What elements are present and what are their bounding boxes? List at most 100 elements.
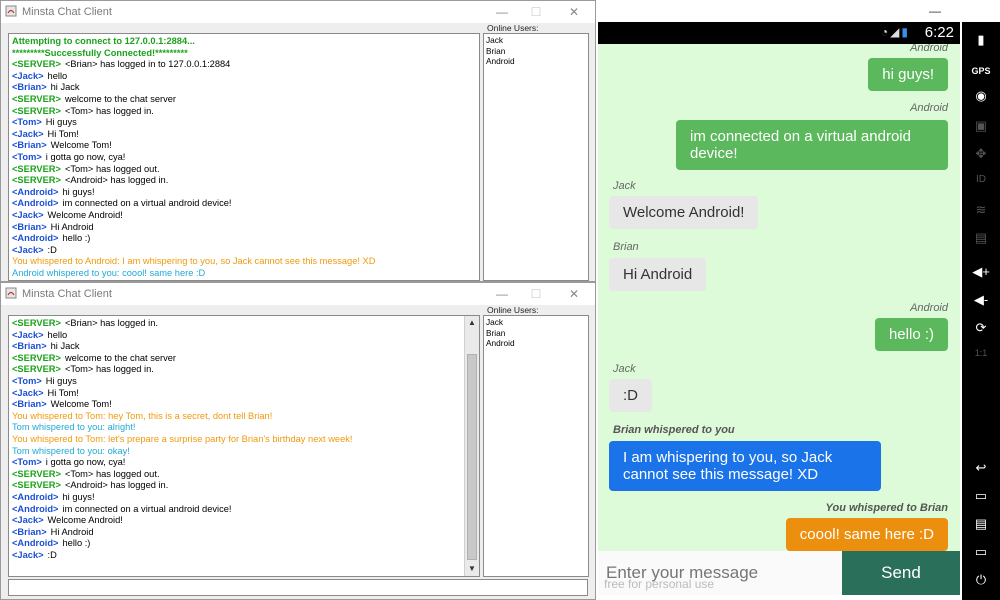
message-text: i gotta go now, cya! — [45, 457, 126, 468]
maximize-icon[interactable]: ☐ — [521, 3, 551, 21]
sender-name: <Android> — [12, 186, 59, 197]
message-text: :D — [47, 549, 57, 560]
sender-name: <SERVER> — [12, 93, 61, 104]
chat-line: Android whispered to you: coool! same he… — [12, 268, 476, 280]
message-bubble[interactable]: hi guys! — [868, 58, 948, 91]
scroll-down-icon[interactable]: ▼ — [465, 562, 479, 576]
message-text: hi Jack — [50, 82, 80, 93]
message-input[interactable] — [8, 579, 588, 596]
minimize-icon[interactable]: — — [487, 3, 517, 21]
sms-icon[interactable]: ▤ — [962, 230, 1000, 246]
chat-line: You whispered to Tom: let's prepare a su… — [12, 434, 461, 446]
window-title: Minsta Chat Client — [22, 6, 112, 18]
emulator-sidebar: ▮ GPS ◉ ▣ ✥ ID ≋ ▤ ◀+ ◀- ⟳ 1:1 ↩ ▭ ▤ ▭ ⏻ — [962, 22, 1000, 600]
online-users-list[interactable]: Jack Brian Android — [483, 33, 589, 281]
message-text: You whispered to Android: I am whisperin… — [12, 256, 376, 267]
chat-line: <Tom> i gotta go now, cya! — [12, 152, 476, 164]
online-user-item[interactable]: Jack — [486, 317, 586, 328]
chat-line: <Android> hello :) — [12, 538, 461, 550]
power-icon[interactable]: ⏻ — [962, 572, 1000, 588]
chat-history[interactable]: Attempting to connect to 127.0.0.1:2884.… — [8, 33, 480, 281]
message-text: *********Successfully Connected!********… — [12, 47, 188, 58]
scale-icon[interactable]: 1:1 — [962, 348, 1000, 358]
message-text: hello :) — [62, 233, 91, 244]
rss-icon[interactable]: ≋ — [962, 202, 1000, 218]
message-text: i gotta go now, cya! — [45, 151, 126, 162]
volume-down-icon[interactable]: ◀- — [962, 292, 1000, 308]
message-text: <Tom> has logged in. — [64, 105, 154, 116]
message-text: im connected on a virtual android device… — [62, 503, 232, 514]
vertical-scrollbar[interactable]: ▲ ▼ — [464, 316, 479, 576]
emulator-title-bar: — — [596, 0, 1000, 22]
online-user-item[interactable]: Android — [486, 56, 586, 67]
chat-history[interactable]: <SERVER> <Brian> has logged in. <Jack> hell… — [8, 315, 480, 577]
menu-icon[interactable]: ▭ — [962, 544, 1000, 560]
message-sender-label: Android — [910, 44, 948, 54]
message-bubble[interactable]: I am whispering to you, so Jack cannot s… — [609, 441, 881, 491]
message-bubble[interactable]: :D — [609, 379, 652, 412]
message-bubble[interactable]: im connected on a virtual android device… — [676, 120, 948, 170]
recent-apps-icon[interactable]: ▤ — [962, 516, 1000, 532]
sender-name: <Jack> — [12, 244, 44, 255]
sender-name: <Jack> — [12, 128, 44, 139]
close-icon[interactable]: ✕ — [559, 3, 589, 21]
message-text: Hi Tom! — [47, 387, 79, 398]
online-user-item[interactable]: Android — [486, 338, 586, 349]
id-icon[interactable]: ID — [962, 174, 1000, 185]
scroll-thumb[interactable] — [467, 354, 477, 560]
home-icon[interactable]: ▭ — [962, 488, 1000, 504]
maximize-icon[interactable]: ☐ — [521, 285, 551, 303]
battery-icon[interactable]: ▮ — [962, 32, 1000, 48]
send-button[interactable]: Send — [842, 551, 960, 595]
message-text: Hi guys — [45, 117, 77, 128]
online-users-label: Online Users: — [487, 23, 539, 33]
chat-line: <Jack>:D — [12, 245, 476, 257]
android-chat-list[interactable]: Android hi guys! Android im connected on a … — [598, 44, 960, 551]
message-text: Tom whispered to you: okay! — [12, 445, 130, 456]
sender-name: <SERVER> — [12, 364, 61, 375]
message-text: <Tom> has logged in. — [64, 364, 154, 375]
sender-name: <SERVER> — [12, 318, 61, 328]
message-bubble[interactable]: coool! same here :D — [785, 518, 948, 551]
wifi-icon: ◔ — [880, 25, 891, 39]
android-emulator: — ◔◢▮ 6:22 Android hi guys! Android im c… — [596, 0, 1000, 600]
message-sender-label: Android — [910, 302, 948, 314]
sender-name: <SERVER> — [12, 352, 61, 363]
sender-name: <Tom> — [12, 151, 42, 162]
online-user-item[interactable]: Jack — [486, 35, 586, 46]
status-icons: ◔◢▮ — [881, 25, 910, 39]
rotate-icon[interactable]: ⟳ — [962, 320, 1000, 336]
close-icon[interactable]: ✕ — [559, 285, 589, 303]
message-bubble[interactable]: Hi Android — [609, 258, 707, 291]
gps-icon[interactable]: GPS — [962, 66, 1000, 76]
chat-line: <SERVER> <Android> has logged in. — [12, 175, 476, 187]
camera-icon[interactable]: ◉ — [962, 88, 1000, 104]
dpad-icon[interactable]: ✥ — [962, 146, 1000, 162]
online-users-label: Online Users: — [487, 305, 539, 315]
minimize-icon[interactable]: — — [920, 2, 950, 20]
chat-client-window-2: Minsta Chat Client — ☐ ✕ <SERVER> <Brian>… — [0, 282, 596, 600]
online-users-list[interactable]: Jack Brian Android — [483, 315, 589, 577]
chat-line: <Tom> i gotta go now, cya! — [12, 457, 461, 469]
message-text: <Tom> has logged out. — [64, 163, 160, 174]
message-bubble[interactable]: hello :) — [874, 318, 948, 351]
java-app-icon — [5, 287, 17, 299]
online-user-item[interactable]: Brian — [486, 46, 586, 57]
message-text: im connected on a virtual android device… — [62, 198, 232, 209]
volume-up-icon[interactable]: ◀+ — [962, 264, 1000, 280]
sender-name: <Android> — [12, 538, 59, 549]
message-bubble[interactable]: Welcome Android! — [609, 196, 759, 229]
message-text: <Tom> has logged out. — [64, 468, 160, 479]
chat-line: *********Successfully Connected!********… — [12, 48, 476, 60]
minimize-icon[interactable]: — — [487, 285, 517, 303]
chat-line: <SERVER> <Brian> has logged in to 127.0.0… — [12, 59, 476, 71]
chat-line: <SERVER> <Tom> has logged out. — [12, 469, 461, 481]
chat-line: <Jack> Welcome Android! — [12, 515, 461, 527]
sender-name: <Tom> — [12, 375, 42, 386]
back-icon[interactable]: ↩ — [962, 460, 1000, 476]
video-icon[interactable]: ▣ — [962, 118, 1000, 134]
battery-charging-icon: ▮ — [901, 25, 910, 39]
scroll-up-icon[interactable]: ▲ — [465, 316, 479, 330]
online-user-item[interactable]: Brian — [486, 328, 586, 339]
message-text: hello :) — [62, 538, 91, 549]
